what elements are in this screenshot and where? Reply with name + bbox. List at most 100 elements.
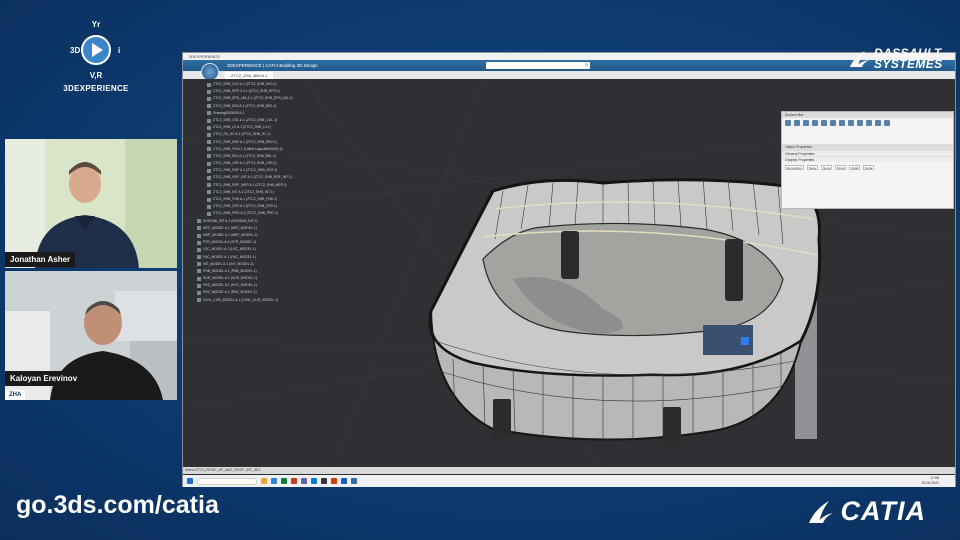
tool-icon[interactable]	[848, 120, 854, 126]
compass-left-label: 3D	[70, 46, 80, 55]
app-icon[interactable]	[281, 478, 287, 484]
dassault-logo: DASSAULT SYSTEMES	[848, 46, 944, 71]
tree-item[interactable]: ZTC2_SHB_ROF A.1 (ZTC2_SHB_ROF.1)	[197, 167, 297, 174]
catia-logo: CATIA	[805, 496, 927, 527]
tree-item[interactable]: INT_MODEL A.1 (INT_MODEL.1)	[197, 261, 297, 268]
tool-icon[interactable]	[830, 120, 836, 126]
tree-item[interactable]: ZTC2_SHB_ROF_MEP A.1 (ZTC2_SHB_MEP.1)	[197, 182, 297, 189]
tree-item[interactable]: Drawing0005630 A.1	[197, 110, 297, 117]
tree-item-label: ZTC2_SHB_LV A.1 (ZTC2_SHB_LV.1)	[213, 125, 271, 130]
search-icon[interactable]: ⌕	[585, 62, 588, 69]
tree-item[interactable]: ZTC2_SHB_PN A.1 (Lofted Layout0000001.1)	[197, 146, 297, 153]
tree-item[interactable]: ZTC2_SK_HC A.1 (ZTC2_SHB_HC.1)	[197, 131, 297, 138]
tree-item[interactable]: ZTC2_SHB_PRO A.1 (ZTC2_SHB_PRO.1)	[197, 210, 297, 217]
taskbar-clock[interactable]: 17:08 25.06.2024	[921, 476, 939, 486]
status-bar: Select ZTC2_ROOF_OF_MAT_ROOF_INT_3D1	[183, 467, 955, 474]
product-icon	[197, 219, 201, 224]
app-icon[interactable]	[351, 478, 357, 484]
compass-top-label: Yr	[92, 20, 100, 29]
app-icon[interactable]	[331, 478, 337, 484]
tree-item[interactable]: ZTC2_SHB_STR A.1 (ZTC2_SHB_STR.1)	[197, 203, 297, 210]
compass-bottom-label: V,R	[90, 71, 103, 80]
tab-model[interactable]: ZTC2_ZHA_BIM A.1	[225, 72, 274, 79]
field-layer[interactable]: None	[863, 165, 875, 170]
taskbar-search[interactable]	[197, 477, 257, 485]
start-icon[interactable]	[187, 478, 193, 484]
tree-item[interactable]: ZTC2_SHB_EPS_LBL A.1 (ZTC2_SHB_EPS_LBL.1…	[197, 95, 297, 102]
tree-item[interactable]: ZTC2_SHB_ROF_INT A.1 (ZTC2_SHB_ROF_INT.1…	[197, 174, 297, 181]
field-remember[interactable]: Remember	[785, 165, 804, 170]
tree-item[interactable]: ZTC2_SHB_FND A.1 (ZTC2_SHB_FND.1)	[197, 196, 297, 203]
3d-viewport[interactable]: ZTC2_SHB_DX3 A.1 (ZTC2_SHB_DX3.1) ZTC2_SH…	[183, 79, 955, 468]
participant-name-tag: Kaloyan Erevinov	[5, 371, 83, 386]
footer-url[interactable]: go.3ds.com/catia	[16, 491, 219, 520]
tree-item[interactable]: SUR_MODEL A.1 (SUR_MODEL.1)	[197, 275, 297, 282]
app-icon[interactable]	[271, 478, 277, 484]
tree-item-label: ENV_MODEL A.1 (ENV_MODEL.1)	[203, 290, 257, 295]
tree-item[interactable]: CIVIL_CUR_MODEL A.1 (CIVIL_CUR_MODEL.1)	[197, 297, 297, 304]
tree-item[interactable]: ZTC2_SHB_DX3 A.1 (ZTC2_SHB_DX3.1)	[197, 81, 297, 88]
tree-item[interactable]: MEP_MODEL A.1 (MEP_MODEL.1)	[197, 232, 297, 239]
product-icon	[197, 298, 201, 303]
tool-icon[interactable]	[866, 120, 872, 126]
tree-item-label: ZTC2_SHB_ROF A.1 (ZTC2_SHB_ROF.1)	[213, 168, 278, 173]
tool-icon[interactable]	[884, 120, 890, 126]
product-icon	[197, 283, 201, 288]
tree-item[interactable]: ENV_MODEL A.1 (ENV_MODEL.1)	[197, 289, 297, 296]
tree-item[interactable]: ZTC2_SHB_BS2 A.1 (ZTC2_SHB_BS2.1)	[197, 103, 297, 110]
tool-icon[interactable]	[803, 120, 809, 126]
windows-taskbar: 17:08 25.06.2024	[183, 475, 955, 487]
field-color[interactable]: None	[806, 165, 819, 170]
product-icon	[207, 161, 211, 166]
tree-item[interactable]: STR_MODEL A.1 (STR_MODEL.1)	[197, 239, 297, 246]
tree-item[interactable]: PNB_MODEL A.1 (PNB_MODEL.1)	[197, 268, 297, 275]
tree-item[interactable]: ZTC2_SHB_COL A.1 (ZTC2_SHB_COL.1)	[197, 117, 297, 124]
field-render[interactable]: Solid	[849, 165, 861, 170]
product-icon	[207, 154, 211, 159]
tool-icon[interactable]	[812, 120, 818, 126]
tree-item[interactable]: ZTC2_SHB_LSR A.1 (ZTC2_SHB_LSR.1)	[197, 160, 297, 167]
app-icon[interactable]	[291, 478, 297, 484]
product-icon	[197, 240, 201, 245]
tool-icon[interactable]	[785, 120, 791, 126]
tree-item-label: ZTC2_SHB_PRO A.1 (ZTC2_SHB_PRO.1)	[213, 211, 279, 216]
search-input[interactable]: ⌕	[486, 62, 590, 69]
product-icon	[197, 276, 201, 281]
tab-bar: ZTC2_ZHA_BIM A.1	[183, 71, 955, 79]
field-transparency[interactable]: None	[821, 165, 833, 170]
tool-icon[interactable]	[839, 120, 845, 126]
tool-icon[interactable]	[857, 120, 863, 126]
vendor-wordmark: DASSAULT SYSTEMES	[874, 46, 943, 71]
product-icon	[207, 211, 211, 216]
app-top-bar: 3DEXPERIENCE | CATIA Building 3D Design …	[183, 60, 955, 71]
product-icon	[207, 111, 211, 116]
tree-item[interactable]: ZTC2_SHB_EBV A.1 (ZTC2_SHB_EBV.1)	[197, 139, 297, 146]
product-icon	[207, 204, 211, 209]
tool-icon[interactable]	[821, 120, 827, 126]
tree-item[interactable]: FAC_MODEL A.1 (FAC_MODEL.1)	[197, 254, 297, 261]
tree-item[interactable]: ZTC2_SHB_BSL A.1 (ZTC2_SHB_BSL.1)	[197, 153, 297, 160]
tree-item[interactable]: SHODINI_INT A.1 (SHODINI_INT.1)	[197, 218, 297, 225]
tree-item[interactable]: ZTC2_SHB_LV A.1 (ZTC2_SHB_LV.1)	[197, 124, 297, 131]
tree-item[interactable]: HVC_MODEL A.1 (HVC_MODEL.1)	[197, 282, 297, 289]
product-icon	[197, 226, 201, 231]
tree-item[interactable]: ZTC2_SHB_INT A.1 (ZTC2_SHB_INT.1)	[197, 189, 297, 196]
app-icon[interactable]	[321, 478, 327, 484]
field-linetype[interactable]: None	[835, 165, 847, 170]
app-icon[interactable]	[301, 478, 307, 484]
tree-item-label: ZTC2_SHB_BS2 A.1 (ZTC2_SHB_BS2.1)	[213, 103, 277, 108]
app-icon[interactable]	[341, 478, 347, 484]
3dexperience-logo: Yr 3D i V,R 3DEXPERIENCE	[58, 18, 134, 93]
tool-icon[interactable]	[794, 120, 800, 126]
product-icon	[207, 82, 211, 87]
app-icon[interactable]	[311, 478, 317, 484]
properties-panel: Surface Bar Object Properties General Pr…	[781, 111, 954, 209]
app-icon[interactable]	[261, 478, 267, 484]
tool-icon[interactable]	[875, 120, 881, 126]
tree-item-label: ZTC2_SHB_INT A.1 (ZTC2_SHB_INT.1)	[213, 189, 274, 194]
building-model[interactable]	[428, 178, 822, 447]
tree-item[interactable]: ARC_MODEL A.1 (ARC_MODEL.1)	[197, 225, 297, 232]
tree-item-label: ZTC2_SHB_COL A.1 (ZTC2_SHB_COL.1)	[213, 117, 278, 122]
tree-item[interactable]: LSC_MODEL A.1 (LSC_MODEL.1)	[197, 246, 297, 253]
tree-item[interactable]: ZTC2_SHB_EPS 2 A.1 (ZTC2_SHB_EPS.1)	[197, 88, 297, 95]
